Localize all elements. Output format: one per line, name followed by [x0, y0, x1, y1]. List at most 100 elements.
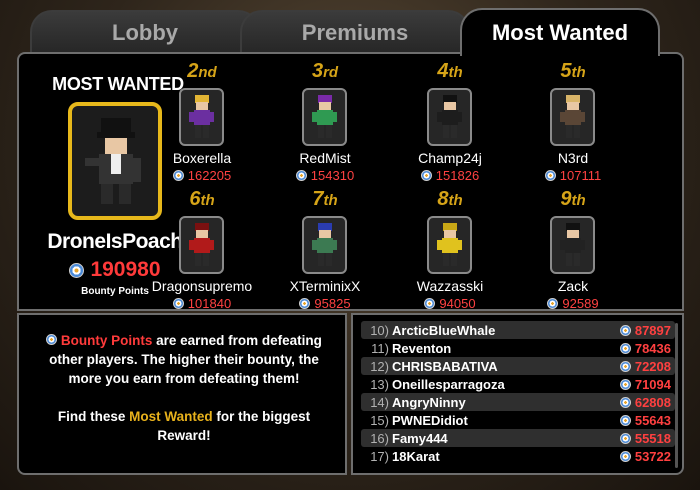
tab-most-wanted[interactable]: Most Wanted: [460, 8, 660, 56]
list-item[interactable]: 12) CHRISBABATIVA 72208: [361, 357, 675, 375]
info-find-prefix: Find these: [57, 409, 130, 424]
bounty-icon: [547, 298, 559, 309]
bounty-icon: [172, 170, 184, 181]
rank-avatar[interactable]: [179, 88, 224, 146]
rank-place: 4th: [437, 60, 463, 82]
list-rank: 16): [370, 430, 389, 446]
scrollbar[interactable]: [675, 323, 678, 468]
bounty-icon: [544, 170, 556, 181]
rank-card[interactable]: 9th Zack 92589: [515, 188, 631, 311]
avatar-figure: [311, 223, 337, 266]
list-player-name: PWNEDidiot: [392, 412, 468, 428]
rank-avatar[interactable]: [302, 216, 347, 274]
list-player-name: Famy444: [392, 430, 448, 446]
rank-card[interactable]: 4th Champ24j 151826: [392, 60, 508, 183]
rank-avatar[interactable]: [427, 216, 472, 274]
rank-points: 154310: [267, 168, 383, 183]
avatar-figure: [188, 223, 214, 266]
ranking-list-panel: 10) ArcticBlueWhale 87897 11) Reventon 78436 1…: [351, 313, 684, 475]
list-rank: 17): [370, 448, 389, 464]
ranking-list: 10) ArcticBlueWhale 87897 11) Reventon 78436 1…: [361, 321, 675, 465]
avatar-figure: [436, 95, 462, 138]
list-rank: 13): [370, 376, 389, 392]
leader-avatar-figure: [85, 118, 141, 204]
rank-place: 2nd: [187, 60, 217, 82]
most-wanted-panel: MOST WANTED DroneIsPoach 190980 Bounty P…: [17, 52, 684, 311]
rank-place: 3rd: [311, 60, 339, 82]
avatar-figure: [436, 223, 462, 266]
avatar-figure: [188, 95, 214, 138]
rank-points-value: 162205: [187, 168, 232, 183]
list-points-value: 72208: [634, 358, 671, 374]
rank-card[interactable]: 3rd RedMist 154310: [267, 60, 383, 183]
rank-points-value: 95825: [314, 296, 351, 311]
list-item[interactable]: 14) AngryNinny 62808: [361, 393, 675, 411]
rank-card[interactable]: 5th N3rd 107111: [515, 60, 631, 183]
list-rank: 12): [370, 358, 389, 374]
list-points: 87897: [619, 322, 671, 338]
rank-card[interactable]: 7th XTerminixX 95825: [267, 188, 383, 311]
bounty-icon: [619, 324, 631, 336]
tab-premiums[interactable]: Premiums: [240, 10, 470, 54]
rank-avatar[interactable]: [550, 88, 595, 146]
list-player-name: AngryNinny: [392, 394, 466, 410]
rank-card[interactable]: 2nd Boxerella 162205: [144, 60, 260, 183]
list-item[interactable]: 16) Famy444 55518: [361, 429, 675, 447]
list-rank: 11): [371, 340, 389, 356]
rank-place: 8th: [437, 188, 463, 210]
rank-points-value: 92589: [562, 296, 599, 311]
rank-points: 107111: [515, 168, 631, 183]
list-points: 53722: [619, 449, 671, 464]
list-item[interactable]: 11) Reventon 78436: [361, 339, 675, 357]
list-points-value: 78436: [634, 340, 671, 356]
rank-card[interactable]: 8th Wazzasski 94050: [392, 188, 508, 311]
rank-card[interactable]: 6th Dragonsupremo 101840: [144, 188, 260, 311]
list-item[interactable]: 13) Oneillesparragoza 71094: [361, 375, 675, 393]
rank-name: RedMist: [299, 150, 351, 166]
rank-place: 6th: [189, 188, 215, 210]
tab-lobby[interactable]: Lobby: [30, 10, 260, 54]
list-item[interactable]: 10) ArcticBlueWhale 87897: [361, 321, 675, 339]
rank-name: N3rd: [557, 150, 589, 166]
info-panel: Bounty Points are earned from defeating …: [17, 313, 347, 475]
rank-name: Dragonsupremo: [151, 278, 253, 294]
bounty-icon: [172, 298, 184, 309]
info-most-wanted: Most Wanted: [129, 409, 213, 424]
bounty-icon: [619, 360, 631, 372]
avatar-figure: [311, 95, 337, 138]
rank-points-value: 107111: [559, 168, 602, 183]
list-points: 78436: [619, 340, 671, 356]
rank-points: 92589: [515, 296, 631, 311]
list-item[interactable]: 15) PWNEDidiot 55643: [361, 411, 675, 429]
rank-avatar[interactable]: [302, 88, 347, 146]
list-points-value: 87897: [634, 322, 671, 338]
list-rank: 15): [370, 412, 389, 428]
list-points-value: 55518: [634, 430, 671, 446]
bounty-icon: [619, 432, 631, 444]
avatar-figure: [559, 95, 585, 138]
bounty-icon: [619, 378, 631, 390]
bounty-icon: [619, 396, 631, 408]
rank-avatar[interactable]: [179, 216, 224, 274]
list-points: 55518: [619, 430, 671, 446]
list-points-value: 71094: [634, 376, 671, 392]
bounty-icon: [424, 298, 436, 309]
rank-name: Zack: [557, 278, 589, 294]
rank-avatar[interactable]: [550, 216, 595, 274]
rank-points: 162205: [144, 168, 260, 183]
bounty-icon: [46, 334, 58, 345]
list-points: 55643: [619, 413, 671, 428]
rank-points: 95825: [267, 296, 383, 311]
bounty-icon: [299, 298, 311, 309]
rank-points: 151826: [392, 168, 508, 183]
rank-name: Wazzasski: [416, 278, 484, 294]
rank-name: XTerminixX: [289, 278, 361, 294]
bounty-icon: [619, 342, 631, 354]
list-rank: 10): [370, 322, 389, 338]
bounty-icon: [420, 170, 432, 181]
list-item[interactable]: 17) 18Karat 53722: [361, 447, 675, 465]
rank-avatar[interactable]: [427, 88, 472, 146]
rank-place: 7th: [312, 188, 338, 210]
info-text: Bounty Points are earned from defeating …: [39, 331, 329, 445]
rank-place: 5th: [560, 60, 586, 82]
